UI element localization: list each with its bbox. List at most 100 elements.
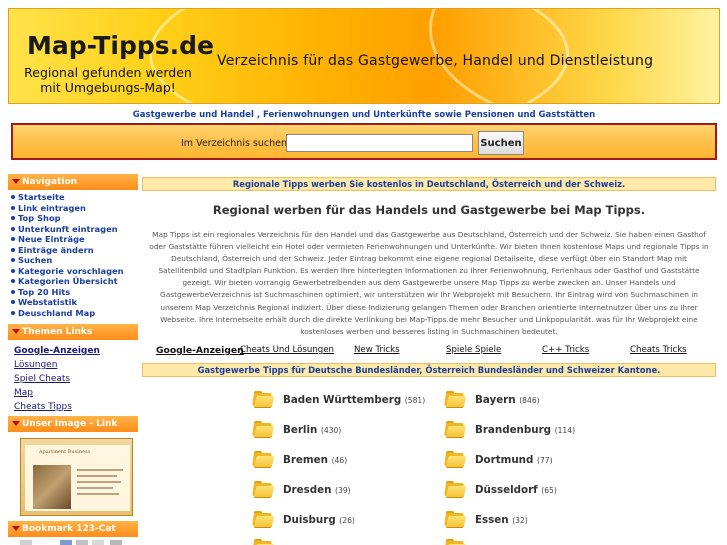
sidebar-user-image-title: Unser Image - Link <box>22 419 118 429</box>
preview-line <box>77 481 121 483</box>
logo-subtitle-line2: mit Umgebungs-Map! <box>40 80 176 95</box>
triangle-down-icon <box>12 421 20 426</box>
link-cpp-tricks[interactable]: C++ Tricks <box>542 345 589 355</box>
sidebar-item-label: Top 20 Hits <box>18 286 71 297</box>
region-count: (65) <box>541 486 557 495</box>
user-image-preview: Apartment Business <box>25 445 130 511</box>
link-spiele-spiele[interactable]: Spiele Spiele <box>446 345 501 355</box>
region-label: Bayern (846) <box>475 394 540 406</box>
folder-icon <box>444 480 467 498</box>
user-image-link[interactable]: Apartment Business <box>20 438 133 516</box>
sidebar-item-kategorie-vorschlagen[interactable]: Kategorie vorschlagen <box>10 266 138 277</box>
region-count: (430) <box>320 426 342 435</box>
sidebar-bookmark-header: Bookmark 123-Cat <box>8 521 138 537</box>
bookmark-icon[interactable] <box>20 540 32 545</box>
sidebar-user-image-header: Unser Image - Link <box>8 416 138 432</box>
folder-icon <box>252 480 275 498</box>
region-count: (39) <box>335 486 351 495</box>
search-panel: Im Verzeichnis suchen: Suchen <box>11 123 717 160</box>
preview-line <box>77 487 113 489</box>
link-cheats-tricks[interactable]: Cheats Tricks <box>630 345 687 355</box>
folder-icon <box>444 390 467 408</box>
link-cheats-und-loesungen[interactable]: Cheats Und Lösungen <box>240 345 334 355</box>
region-label: Baden Württemberg (581) <box>283 394 426 406</box>
folder-icon <box>252 538 275 545</box>
sidebar-item-top-shop[interactable]: Top Shop <box>10 213 138 224</box>
folder-icon <box>252 510 275 528</box>
header-banner: Map-Tipps.de Regional gefunden werden mi… <box>8 8 720 104</box>
region-count: (846) <box>519 396 540 405</box>
themen-link-cheats-tipps[interactable]: Cheats Tipps <box>14 400 134 414</box>
bookmark-icon[interactable] <box>92 540 104 545</box>
sidebar-item-label: Einträge ändern <box>18 244 94 255</box>
sidebar-item-unterkunft-eintragen[interactable]: Unterkunft eintragen <box>10 224 138 235</box>
themen-link-loesungen[interactable]: Lösungen <box>14 358 134 372</box>
search-input[interactable] <box>286 134 473 152</box>
sidebar-item-label: Webstatistik <box>18 297 78 307</box>
themen-link-google-anzeigen[interactable]: Google-Anzeigen <box>14 344 134 358</box>
sidebar: Navigation Startseite Link eintragen Top… <box>8 172 138 545</box>
states-bar: Gastgewerbe Tipps für Deutsche Bundeslän… <box>142 363 716 377</box>
sidebar-item-deuschland-map[interactable]: Deuschland Map <box>10 308 138 319</box>
preview-line <box>77 493 119 495</box>
region-label: Dortmund (77) <box>475 454 553 466</box>
intro-title: Regional werben für das Handels und Gast… <box>212 203 646 217</box>
preview-line <box>77 475 117 477</box>
bullet-icon <box>11 258 15 262</box>
logo-title[interactable]: Map-Tipps.de <box>27 31 214 60</box>
topbar-links[interactable]: Gastgewerbe und Handel , Ferienwohnungen… <box>8 108 720 122</box>
sidebar-item-eintraege-aendern[interactable]: Einträge ändern <box>10 245 138 256</box>
sidebar-navigation-title: Navigation <box>22 177 78 187</box>
region-count: (26) <box>339 516 355 525</box>
sidebar-item-neue-eintraege[interactable]: Neue Einträge <box>10 234 138 245</box>
logo-subtitle: Regional gefunden werden mit Umgebungs-M… <box>23 65 193 95</box>
themen-link-map[interactable]: Map <box>14 386 134 400</box>
sidebar-item-label: Neue Einträge <box>18 234 85 244</box>
region-count: (114) <box>554 426 576 435</box>
sidebar-item-label: Kategorie vorschlagen <box>18 265 124 276</box>
bullet-icon <box>11 226 15 231</box>
region-label: Essen (32) <box>475 514 528 526</box>
bullet-icon <box>11 300 15 304</box>
folder-icon <box>252 390 275 408</box>
region-label: Dresden (39) <box>283 484 351 496</box>
themen-link-spiel-cheats[interactable]: Spiel Cheats <box>14 372 134 386</box>
sidebar-themen-title: Themen Links <box>22 327 93 337</box>
region-label: Berlin (430) <box>283 424 342 436</box>
bullet-icon <box>11 310 15 315</box>
sidebar-item-label: Top Shop <box>18 213 61 223</box>
folder-icon <box>252 420 275 438</box>
sidebar-navigation-header: Navigation <box>8 174 138 190</box>
page: Map-Tipps.de Regional gefunden werden mi… <box>0 0 727 545</box>
sidebar-item-label: Suchen <box>18 255 53 265</box>
main-content: Regionale Tipps werben Sie kostenlos in … <box>142 172 718 545</box>
folder-icon <box>444 450 467 468</box>
sidebar-item-top-20-hits[interactable]: Top 20 Hits <box>10 287 138 298</box>
folder-icon <box>444 510 467 528</box>
link-new-tricks[interactable]: New Tricks <box>354 345 400 355</box>
bookmark-icon[interactable] <box>76 540 88 545</box>
folder-icon <box>444 420 467 438</box>
bookmark-icon[interactable] <box>110 540 122 545</box>
sidebar-item-kategorien-uebersicht[interactable]: Kategorien Übersicht <box>10 276 138 287</box>
sidebar-themen-header: Themen Links <box>8 324 138 340</box>
search-label: Im Verzeichnis suchen: <box>181 138 291 149</box>
bullet-icon <box>11 289 15 294</box>
bullet-icon <box>11 195 15 199</box>
sidebar-item-suchen[interactable]: Suchen <box>10 255 138 266</box>
sidebar-bookmark-title: Bookmark 123-Cat <box>22 524 116 534</box>
sidebar-item-startseite[interactable]: Startseite <box>10 192 138 203</box>
bullet-icon <box>11 279 15 283</box>
link-google-anzeigen[interactable]: Google-Anzeigen <box>156 345 244 356</box>
intro-text: Map Tipps ist ein regionales Verzeichnis… <box>149 230 709 336</box>
bookmark-icon[interactable] <box>60 540 72 545</box>
sidebar-item-link-eintragen[interactable]: Link eintragen <box>10 203 138 214</box>
region-label: Düsseldorf (65) <box>475 484 557 496</box>
preview-line <box>77 469 123 471</box>
sidebar-item-webstatistik[interactable]: Webstatistik <box>10 297 138 308</box>
triangle-down-icon <box>12 179 20 184</box>
region-label: Duisburg (26) <box>283 514 355 526</box>
region-count: (581) <box>404 396 426 405</box>
search-button[interactable]: Suchen <box>478 131 524 155</box>
bullet-icon <box>11 216 15 220</box>
